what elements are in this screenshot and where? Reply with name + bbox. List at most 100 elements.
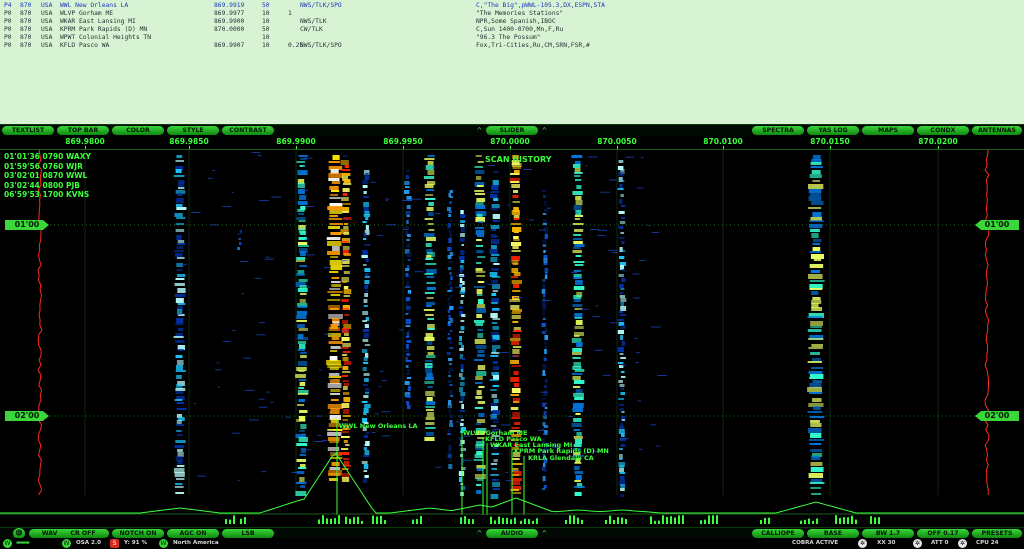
color-button[interactable]: COLOR: [112, 126, 164, 135]
scan-history-entry[interactable]: 06'59'53 1700 KVNS: [4, 190, 91, 200]
slider-button[interactable]: SLIDER: [486, 126, 538, 135]
signal-block: [460, 233, 465, 237]
textlist-cell-mhz: 869.9919: [214, 2, 245, 9]
station-label-wwl[interactable]: WWL New Orleans LA: [339, 423, 418, 430]
scan-history-entry[interactable]: 01'59'56 0760 WJR: [4, 162, 91, 172]
signal-block: [491, 254, 500, 256]
signal-block: [405, 186, 410, 188]
signal-block: [544, 379, 548, 383]
notch-on-button[interactable]: NOTCH ON: [112, 529, 164, 538]
style-button[interactable]: STYLE: [167, 126, 219, 135]
station-label-krla[interactable]: KRLA Glendale CA: [528, 455, 594, 462]
signal-speck: [541, 402, 548, 404]
station-text-list[interactable]: P4 870 USA WWL New Orleans LA 869.9919 50 NWS/…: [0, 0, 1024, 125]
signal-block: [426, 276, 435, 278]
att-settings-icon[interactable]: ✲: [913, 539, 922, 548]
frequency-scale[interactable]: 869.9800 869.9850 869.9900 869.9950 870.0000…: [0, 136, 1024, 150]
signal-block: [460, 227, 465, 232]
signal-block: [620, 484, 626, 488]
spectra-button[interactable]: SPECTRA: [752, 126, 804, 135]
signal-block: [809, 392, 823, 394]
signal-block: [810, 321, 823, 326]
xx-settings-icon[interactable]: ✲: [858, 539, 867, 548]
slider-left-caret-icon[interactable]: ^: [477, 125, 482, 136]
yas-log-button[interactable]: YAS LOG: [807, 126, 859, 135]
condx-button[interactable]: CONDX: [917, 126, 969, 135]
offset-button[interactable]: OFF 0.17: [917, 529, 969, 538]
signal-block: [543, 485, 547, 488]
lsb-button[interactable]: LSB: [222, 529, 274, 538]
signal-block: [620, 306, 627, 311]
signal-block: [492, 214, 501, 219]
presets-button[interactable]: PRESETS: [972, 529, 1022, 538]
signal-block: [542, 284, 545, 289]
slider-right-caret-icon[interactable]: ^: [542, 125, 547, 136]
maps-button[interactable]: MAPS: [862, 126, 914, 135]
signal-block: [621, 217, 625, 219]
signal-block: [363, 202, 370, 207]
signal-block: [176, 243, 186, 245]
osa-icon[interactable]: W: [62, 539, 71, 548]
level-bar: [816, 518, 818, 524]
level-bar: [716, 515, 718, 524]
signal-block: [363, 435, 369, 438]
xx-status: XX 30: [877, 540, 896, 546]
signal-speck: [215, 369, 222, 371]
cpu-settings-icon[interactable]: ✲: [958, 539, 967, 548]
signal-speck: [655, 445, 660, 447]
signal-block: [542, 433, 547, 435]
cr-off-button[interactable]: CR OFF: [57, 529, 109, 538]
signal-block: [811, 201, 824, 205]
level-bar: [536, 518, 538, 524]
textlist-row[interactable]: P0 870 USA WLVP Gorham ME 869.9977 10 1 "The Me…: [0, 10, 1024, 18]
textlist-row[interactable]: P0 870 USA WPWT Colonial Heights TN 10 "96.3 …: [0, 34, 1024, 42]
scan-history-entry[interactable]: 01'01'36 0790 WAXY: [4, 152, 91, 162]
bw-button[interactable]: BW 1.7: [862, 529, 914, 538]
contrast-button[interactable]: CONTRAST: [222, 126, 274, 135]
textlist-row[interactable]: P0 870 USA WKAR East Lansing MI 869.9900 10 NW…: [0, 18, 1024, 26]
signal-block: [342, 193, 348, 196]
textlist-cell-country: USA: [41, 42, 53, 49]
textlist-row[interactable]: P0 870 USA KFLD Pasco WA 869.9907 10 0.25 NWS/T…: [0, 42, 1024, 50]
signal-block: [404, 226, 409, 229]
signal-block: [425, 427, 436, 429]
waterfall-display[interactable]: SCAN HISTORY 01'01'36 0790 WAXY 01'59'56 …: [0, 150, 1024, 524]
textlist-row[interactable]: P0 870 USA KPRM Park Rapids (D) MN 870.0000 5…: [0, 26, 1024, 34]
signal-speck: [270, 401, 274, 403]
textlist-row[interactable]: P4 870 USA WWL New Orleans LA 869.9919 50 NWS/…: [0, 2, 1024, 10]
signal-block: [176, 430, 182, 432]
scan-history-entry[interactable]: 03'02'44 0800 PJB: [4, 181, 91, 191]
signal-block: [447, 371, 451, 374]
signal-block: [365, 259, 369, 262]
signal-block: [542, 370, 546, 374]
signal-block: [364, 176, 370, 180]
base-button[interactable]: BASE: [807, 529, 859, 538]
scan-history-entry[interactable]: 03'02'01 0870 WWL: [4, 171, 91, 181]
level-bar: [472, 519, 474, 524]
antennas-button[interactable]: ANTENNAS: [972, 126, 1022, 135]
signal-block: [364, 293, 369, 297]
signal-block: [478, 386, 485, 388]
signal-block: [446, 352, 451, 355]
signal-block: [510, 360, 520, 364]
wp-icon[interactable]: W: [3, 539, 12, 548]
level-bar: [528, 519, 530, 524]
signal-block: [493, 366, 500, 370]
s-icon[interactable]: S: [110, 539, 119, 548]
audio-button[interactable]: AUDIO: [486, 529, 538, 538]
top-bar-button[interactable]: TOP BAR: [57, 126, 109, 135]
region-icon[interactable]: W: [159, 539, 168, 548]
textlist-button[interactable]: TEXTLIST: [2, 126, 54, 135]
signal-block: [573, 393, 584, 397]
signal-block: [300, 251, 306, 256]
signal-block: [296, 217, 306, 220]
signal-speck: [512, 470, 520, 472]
signal-block: [617, 188, 624, 190]
signal-block: [813, 259, 822, 261]
signal-block: [362, 367, 367, 371]
calliope-button[interactable]: CALLIOPE: [752, 529, 804, 538]
agc-on-button[interactable]: AGC ON: [167, 529, 219, 538]
signal-block: [512, 412, 520, 417]
signal-speck: [638, 260, 646, 262]
signal-block: [493, 459, 498, 462]
